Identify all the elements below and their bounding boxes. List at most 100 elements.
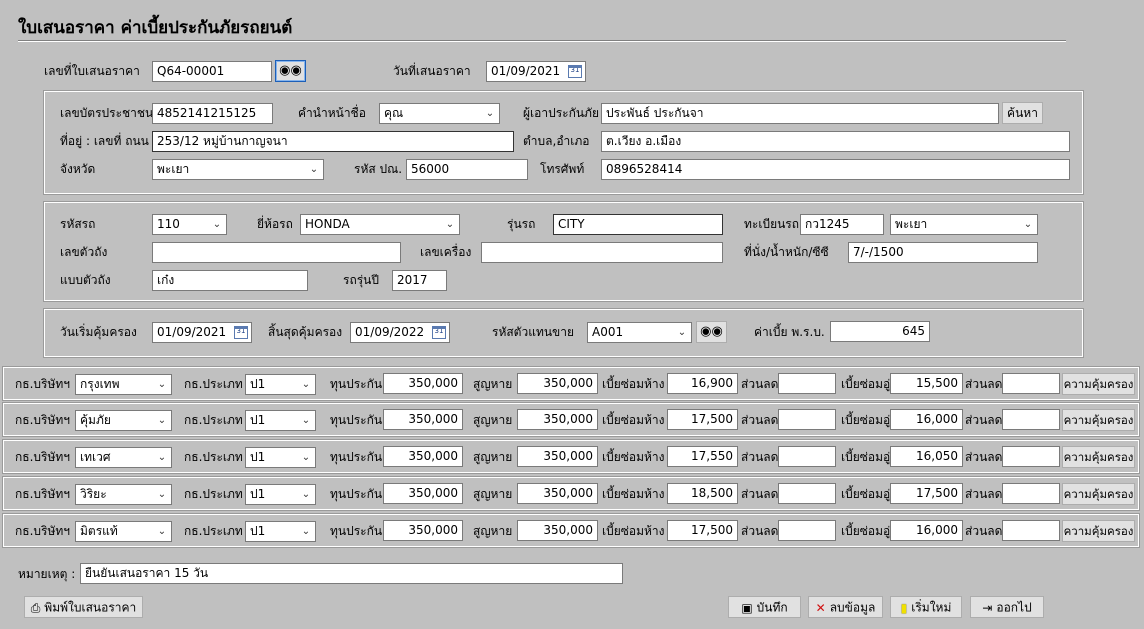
type-select[interactable]: ป1 ⌄ xyxy=(245,484,316,505)
quote-no-label: เลขที่ใบเสนอราคา xyxy=(44,64,140,78)
vehicle-code-select[interactable]: 110 ⌄ xyxy=(152,214,227,235)
coverage-end-field[interactable]: 01/09/2022 31 xyxy=(350,322,450,343)
insured-field[interactable]: ประพันธ์ ประกันจา xyxy=(601,103,999,124)
sum-insured-field[interactable]: 350,000 xyxy=(383,446,463,467)
postcode-field[interactable]: 56000 xyxy=(406,159,528,180)
chevron-down-icon: ⌄ xyxy=(301,526,311,537)
company-select[interactable]: วิริยะ ⌄ xyxy=(75,484,172,505)
local-premium-field[interactable]: 16,000 xyxy=(890,520,963,541)
discount-field[interactable] xyxy=(778,409,836,430)
company-select[interactable]: กรุงเทพ ⌄ xyxy=(75,374,172,395)
quote-search-button[interactable]: ◉◉ xyxy=(275,60,306,82)
sum-insured-field[interactable]: 350,000 xyxy=(383,483,463,504)
discount-field[interactable] xyxy=(1002,409,1060,430)
coverage-detail-button[interactable]: ความคุ้มครอง xyxy=(1062,446,1135,468)
type-value: ป1 xyxy=(250,487,266,501)
year-label: รถรุ่นปี xyxy=(343,273,379,287)
agent-search-button[interactable]: ◉◉ xyxy=(696,321,727,343)
garage-premium-field[interactable]: 18,500 xyxy=(667,483,738,504)
discount-field[interactable] xyxy=(1002,483,1060,504)
type-select[interactable]: ป1 ⌄ xyxy=(245,447,316,468)
plate-field[interactable]: กว1245 xyxy=(800,214,884,235)
garage-premium-field[interactable]: 17,500 xyxy=(667,409,738,430)
garage-premium-field[interactable]: 17,550 xyxy=(667,446,738,467)
local-premium-label: เบี้ยซ่อมอู่ xyxy=(841,413,891,427)
sum-insured-field[interactable]: 350,000 xyxy=(383,373,463,394)
discount-field[interactable] xyxy=(778,373,836,394)
coverage-detail-button[interactable]: ความคุ้มครอง xyxy=(1062,409,1135,431)
address-field[interactable]: 253/12 หมู่บ้านกาญจนา xyxy=(152,131,514,152)
sum-insured-field[interactable]: 350,000 xyxy=(383,409,463,430)
coverage-start-field[interactable]: 01/09/2021 31 xyxy=(152,322,252,343)
exit-button[interactable]: ⇥ ออกไป xyxy=(970,596,1044,618)
local-premium-field[interactable]: 17,500 xyxy=(890,483,963,504)
seat-field[interactable]: 7/-/1500 xyxy=(848,242,1038,263)
discount-field[interactable] xyxy=(1002,520,1060,541)
sum-insured-label: ทุนประกัน xyxy=(330,487,383,501)
model-field[interactable]: CITY xyxy=(553,214,723,235)
new-label: เริ่มใหม่ xyxy=(911,600,952,615)
loss-field[interactable]: 350,000 xyxy=(517,409,598,430)
prefix-select[interactable]: คุณ ⌄ xyxy=(379,103,500,124)
engine-label: เลขเครื่อง xyxy=(420,245,472,259)
year-field[interactable]: 2017 xyxy=(392,270,447,291)
discount-field[interactable] xyxy=(1002,373,1060,394)
chassis-field[interactable] xyxy=(152,242,401,263)
coverage-detail-button[interactable]: ความคุ้มครอง xyxy=(1062,520,1135,542)
quote-date-field[interactable]: 01/09/2021 31 xyxy=(486,61,586,82)
local-premium-label: เบี้ยซ่อมอู่ xyxy=(841,450,891,464)
sum-insured-label: ทุนประกัน xyxy=(330,413,383,427)
local-premium-field[interactable]: 15,500 xyxy=(890,373,963,394)
discount-field[interactable] xyxy=(778,483,836,504)
type-select[interactable]: ป1 ⌄ xyxy=(245,374,316,395)
discount-field[interactable] xyxy=(778,520,836,541)
binoculars-icon: ◉◉ xyxy=(700,324,723,339)
agent-select[interactable]: A001 ⌄ xyxy=(587,322,692,343)
coverage-detail-button[interactable]: ความคุ้มครอง xyxy=(1062,483,1135,505)
type-label: กธ.ประเภท xyxy=(184,377,243,391)
garage-premium-field[interactable]: 17,500 xyxy=(667,520,738,541)
vehicle-code-value: 110 xyxy=(157,217,180,231)
customer-search-button[interactable]: ค้นหา xyxy=(1002,102,1043,124)
plate-province-select[interactable]: พะเยา ⌄ xyxy=(890,214,1038,235)
chevron-down-icon: ⌄ xyxy=(1023,219,1033,230)
calendar-icon[interactable]: 31 xyxy=(234,326,248,339)
loss-field[interactable]: 350,000 xyxy=(517,520,598,541)
coverage-detail-button[interactable]: ความคุ้มครอง xyxy=(1062,373,1135,395)
remark-field[interactable]: ยืนยันเสนอราคา 15 วัน xyxy=(80,563,623,584)
company-select[interactable]: เทเวศ ⌄ xyxy=(75,447,172,468)
subdistrict-field[interactable]: ต.เวียง อ.เมือง xyxy=(601,131,1070,152)
type-select[interactable]: ป1 ⌄ xyxy=(245,410,316,431)
type-label: กธ.ประเภท xyxy=(184,450,243,464)
company-select[interactable]: คุ้มภัย ⌄ xyxy=(75,410,172,431)
company-select[interactable]: มิตรแท้ ⌄ xyxy=(75,521,172,542)
loss-label: สูญหาย xyxy=(473,413,513,427)
prb-field[interactable]: 645 xyxy=(830,321,930,342)
new-button[interactable]: ▮ เริ่มใหม่ xyxy=(890,596,962,618)
id-card-field[interactable]: 4852141215125 xyxy=(152,103,273,124)
delete-button[interactable]: ✕ ลบข้อมูล xyxy=(808,596,883,618)
print-quote-button[interactable]: ⎙ พิมพ์ใบเสนอราคา xyxy=(24,596,143,618)
discount-field[interactable] xyxy=(1002,446,1060,467)
calendar-icon[interactable]: 31 xyxy=(432,326,446,339)
province-select[interactable]: พะเยา ⌄ xyxy=(152,159,324,180)
engine-field[interactable] xyxy=(481,242,723,263)
loss-field[interactable]: 350,000 xyxy=(517,373,598,394)
body-field[interactable]: เก๋ง xyxy=(152,270,308,291)
brand-select[interactable]: HONDA ⌄ xyxy=(300,214,460,235)
local-premium-field[interactable]: 16,000 xyxy=(890,409,963,430)
loss-field[interactable]: 350,000 xyxy=(517,446,598,467)
local-premium-field[interactable]: 16,050 xyxy=(890,446,963,467)
loss-label: สูญหาย xyxy=(473,377,513,391)
calendar-icon[interactable]: 31 xyxy=(568,65,582,78)
sum-insured-field[interactable]: 350,000 xyxy=(383,520,463,541)
type-label: กธ.ประเภท xyxy=(184,413,243,427)
save-button[interactable]: ▣ บันทึก xyxy=(728,596,801,618)
loss-field[interactable]: 350,000 xyxy=(517,483,598,504)
discount-field[interactable] xyxy=(778,446,836,467)
garage-premium-field[interactable]: 16,900 xyxy=(667,373,738,394)
type-select[interactable]: ป1 ⌄ xyxy=(245,521,316,542)
quote-no-field[interactable]: Q64-00001 xyxy=(152,61,272,82)
phone-field[interactable]: 0896528414 xyxy=(601,159,1070,180)
chevron-down-icon: ⌄ xyxy=(301,415,311,426)
